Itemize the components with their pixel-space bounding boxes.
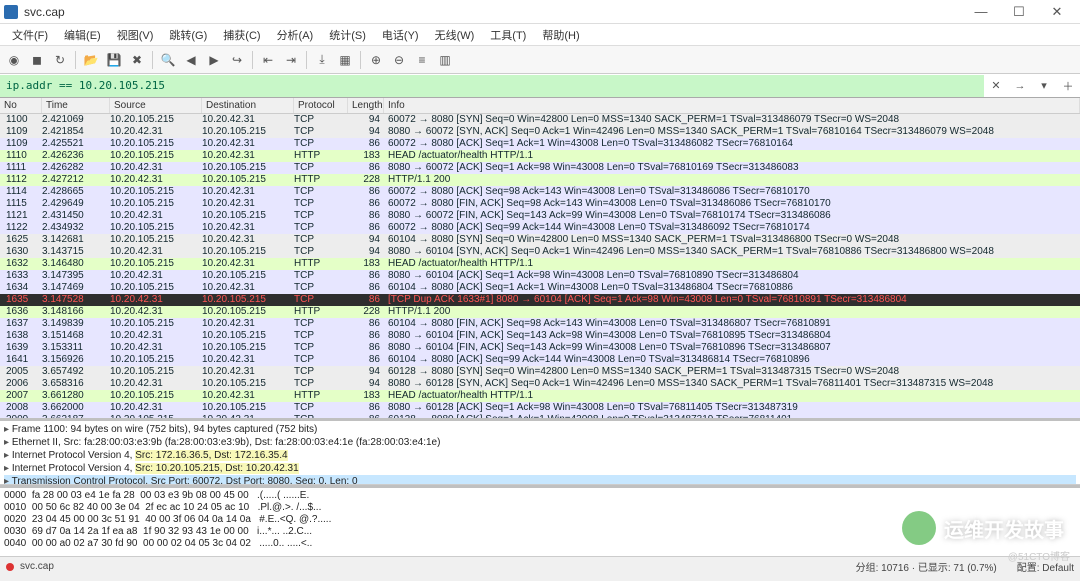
packet-row[interactable]: 11152.42964910.20.105.21510.20.42.31TCP8… <box>0 198 1080 210</box>
packet-list[interactable]: No Time Source Destination Protocol Leng… <box>0 98 1080 418</box>
toolbar: ◉ ◼ ↻ 📂 💾 ✖ 🔍 ◀ ▶ ↪ ⇤ ⇥ ⤓ ▦ ⊕ ⊖ ≡ ▥ <box>0 46 1080 74</box>
packet-row[interactable]: 11142.42866510.20.105.21510.20.42.31TCP8… <box>0 186 1080 198</box>
hex-row: 0020 23 04 45 00 00 3c 51 91 40 00 3f 06… <box>4 514 1076 526</box>
filter-expr-icon[interactable]: ▾ <box>1034 76 1054 96</box>
start-capture-icon[interactable]: ◉ <box>4 50 24 70</box>
blog-watermark: @51CTO博客 <box>1008 548 1070 563</box>
packet-row[interactable]: 11092.42185410.20.42.3110.20.105.215TCP9… <box>0 126 1080 138</box>
menu-item[interactable]: 文件(F) <box>4 27 56 43</box>
packet-details[interactable]: Frame 1100: 94 bytes on wire (752 bits),… <box>0 421 1080 485</box>
find-icon[interactable]: 🔍 <box>158 50 178 70</box>
menu-item[interactable]: 跳转(G) <box>161 27 215 43</box>
menu-item[interactable]: 帮助(H) <box>534 27 587 43</box>
jump-icon[interactable]: ↪ <box>227 50 247 70</box>
autoscroll-icon[interactable]: ⤓ <box>312 50 332 70</box>
packet-row[interactable]: 16323.14648010.20.105.21510.20.42.31HTTP… <box>0 258 1080 270</box>
menu-item[interactable]: 统计(S) <box>321 27 374 43</box>
packet-row[interactable]: 11122.42721210.20.42.3110.20.105.215HTTP… <box>0 174 1080 186</box>
menu-item[interactable]: 无线(W) <box>427 27 483 43</box>
detail-ip-inner[interactable]: Internet Protocol Version 4, Src: 10.20.… <box>4 462 1076 475</box>
status-bar: svc.cap 分组: 10716 · 已显示: 71 (0.7%) 配置: D… <box>0 556 1080 576</box>
packet-row[interactable]: 20083.66200010.20.42.3110.20.105.215TCP8… <box>0 402 1080 414</box>
filter-apply-icon[interactable]: → <box>1010 76 1030 96</box>
packet-row[interactable]: 16353.14752810.20.42.3110.20.105.215TCP8… <box>0 294 1080 306</box>
zoom-reset-icon[interactable]: ≡ <box>412 50 432 70</box>
packet-row[interactable]: 16343.14746910.20.105.21510.20.42.31TCP8… <box>0 282 1080 294</box>
menu-item[interactable]: 捕获(C) <box>215 27 268 43</box>
titlebar: svc.cap — ☐ ✕ <box>0 0 1080 24</box>
maximize-button[interactable]: ☐ <box>1000 1 1038 23</box>
menubar: 文件(F)编辑(E)视图(V)跳转(G)捕获(C)分析(A)统计(S)电话(Y)… <box>0 24 1080 46</box>
packet-row[interactable]: 11212.43145010.20.42.3110.20.105.215TCP8… <box>0 210 1080 222</box>
next-icon[interactable]: ▶ <box>204 50 224 70</box>
minimize-button[interactable]: — <box>962 1 1000 23</box>
filter-plus-icon[interactable]: ＋ <box>1058 76 1078 96</box>
hex-row: 0030 69 d7 0a 14 2a 1f ea a8 1f 90 32 93… <box>4 526 1076 538</box>
packet-row[interactable]: 16383.15146810.20.42.3110.20.105.215TCP8… <box>0 330 1080 342</box>
packet-row[interactable]: 16303.14371510.20.42.3110.20.105.215TCP9… <box>0 246 1080 258</box>
packet-row[interactable]: 20053.65749210.20.105.21510.20.42.31TCP9… <box>0 366 1080 378</box>
last-packet-icon[interactable]: ⇥ <box>281 50 301 70</box>
hex-row: 0010 00 50 6c 82 40 00 3e 04 2f ec ac 10… <box>4 502 1076 514</box>
packet-row[interactable]: 11222.43493210.20.105.21510.20.42.31TCP8… <box>0 222 1080 234</box>
detail-tcp[interactable]: Transmission Control Protocol, Src Port:… <box>4 475 1076 485</box>
status-packets: 分组: 10716 · 已显示: 71 (0.7%) <box>856 559 997 574</box>
status-file: svc.cap <box>20 561 54 572</box>
detail-frame[interactable]: Frame 1100: 94 bytes on wire (752 bits),… <box>4 423 1076 436</box>
menu-item[interactable]: 编辑(E) <box>56 27 109 43</box>
packet-row[interactable]: 20073.66128010.20.105.21510.20.42.31HTTP… <box>0 390 1080 402</box>
packet-row[interactable]: 11092.42552110.20.105.21510.20.42.31TCP8… <box>0 138 1080 150</box>
packet-row[interactable]: 11112.42628210.20.42.3110.20.105.215TCP8… <box>0 162 1080 174</box>
detail-eth[interactable]: Ethernet II, Src: fa:28:00:03:e3:9b (fa:… <box>4 436 1076 449</box>
zoom-in-icon[interactable]: ⊕ <box>366 50 386 70</box>
zoom-out-icon[interactable]: ⊖ <box>389 50 409 70</box>
packet-row[interactable]: 16393.15331110.20.42.3110.20.105.215TCP8… <box>0 342 1080 354</box>
hex-row: 0000 fa 28 00 03 e4 1e fa 28 00 03 e3 9b… <box>4 490 1076 502</box>
filter-clear-icon[interactable]: ✕ <box>986 76 1006 96</box>
menu-item[interactable]: 视图(V) <box>109 27 162 43</box>
packet-row[interactable]: 16253.14268110.20.105.21510.20.42.31TCP9… <box>0 234 1080 246</box>
first-packet-icon[interactable]: ⇤ <box>258 50 278 70</box>
app-icon <box>4 5 18 19</box>
packet-row[interactable]: 20063.65831610.20.42.3110.20.105.215TCP9… <box>0 378 1080 390</box>
close-button[interactable]: ✕ <box>1038 1 1076 23</box>
packet-row[interactable]: 16333.14739510.20.42.3110.20.105.215TCP8… <box>0 270 1080 282</box>
packet-row[interactable]: 20093.66218710.20.105.21510.20.42.31TCP8… <box>0 414 1080 418</box>
expert-info-icon[interactable] <box>6 563 14 571</box>
packet-row[interactable]: 16373.14983910.20.105.21510.20.42.31TCP8… <box>0 318 1080 330</box>
display-filter-input[interactable] <box>0 75 984 97</box>
menu-item[interactable]: 工具(T) <box>482 27 534 43</box>
packet-row[interactable]: 16413.15692610.20.105.21510.20.42.31TCP8… <box>0 354 1080 366</box>
stop-capture-icon[interactable]: ◼ <box>27 50 47 70</box>
menu-item[interactable]: 电话(Y) <box>374 27 427 43</box>
packet-row[interactable]: 11102.42623610.20.105.21510.20.42.31HTTP… <box>0 150 1080 162</box>
packet-row[interactable]: 16363.14816610.20.42.3110.20.105.215HTTP… <box>0 306 1080 318</box>
detail-ip-outer[interactable]: Internet Protocol Version 4, Src: 172.16… <box>4 449 1076 462</box>
filter-bar: ✕ → ▾ ＋ <box>0 74 1080 98</box>
restart-capture-icon[interactable]: ↻ <box>50 50 70 70</box>
packet-row[interactable]: 11002.42106910.20.105.21510.20.42.31TCP9… <box>0 114 1080 126</box>
packet-list-header: No Time Source Destination Protocol Leng… <box>0 98 1080 114</box>
open-file-icon[interactable]: 📂 <box>81 50 101 70</box>
resize-cols-icon[interactable]: ▥ <box>435 50 455 70</box>
save-file-icon[interactable]: 💾 <box>104 50 124 70</box>
close-file-icon[interactable]: ✖ <box>127 50 147 70</box>
window-title: svc.cap <box>24 5 962 19</box>
hex-view[interactable]: 0000 fa 28 00 03 e4 1e fa 28 00 03 e3 9b… <box>0 488 1080 556</box>
colorize-icon[interactable]: ▦ <box>335 50 355 70</box>
menu-item[interactable]: 分析(A) <box>269 27 322 43</box>
hex-row: 0040 00 00 a0 02 a7 30 fd 90 00 00 02 04… <box>4 538 1076 550</box>
prev-icon[interactable]: ◀ <box>181 50 201 70</box>
